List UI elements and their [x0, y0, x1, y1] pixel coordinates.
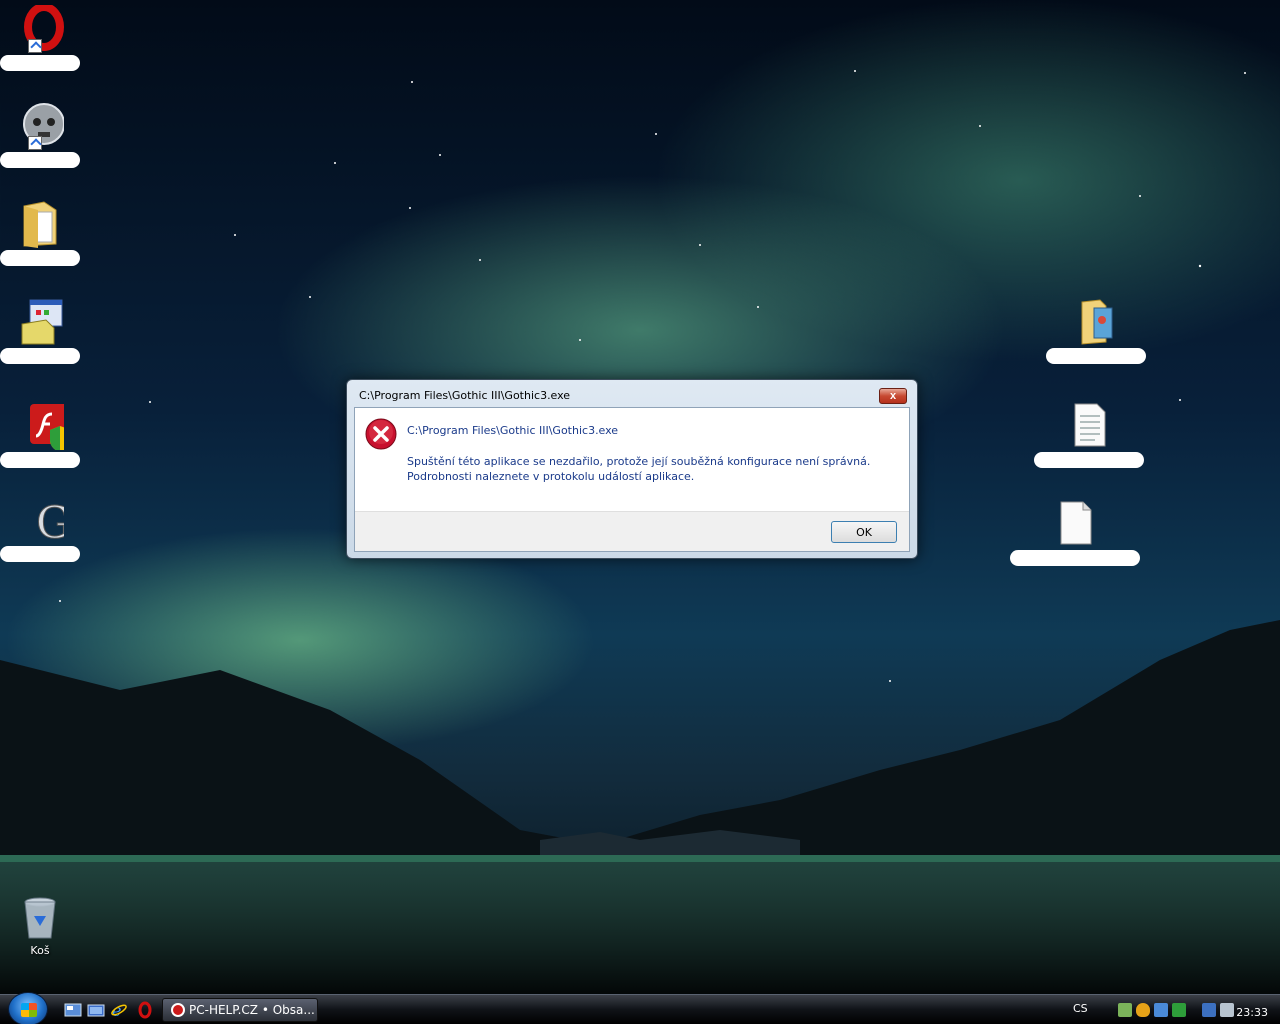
start-button[interactable] [8, 992, 48, 1024]
desktop-icon-opera[interactable] [0, 3, 80, 71]
dialog-heading: C:\Program Files\Gothic III\Gothic3.exe [407, 424, 619, 437]
dialog-message: Spuštění této aplikace se nezdařilo, pro… [407, 454, 897, 484]
shortcut-arrow-icon [28, 136, 42, 150]
desktop-icon-pictures[interactable] [1046, 298, 1146, 364]
desktop-icon-blank-file[interactable] [1010, 500, 1140, 566]
opera-quicklaunch-icon[interactable] [136, 1001, 154, 1019]
blank-file-icon [1051, 500, 1099, 548]
opera-shortcut-icon [16, 3, 64, 53]
desktop-icon-label [0, 250, 80, 266]
text-document-icon [1065, 402, 1113, 450]
dialog-footer: OK [355, 511, 909, 551]
desktop-icon-label [0, 546, 80, 562]
dialog-close-button[interactable]: x [879, 388, 907, 404]
internet-explorer-icon[interactable]: e [110, 1001, 128, 1019]
opera-icon [171, 1003, 185, 1017]
svg-text:G: G [36, 498, 64, 544]
taskbar-button-label: PC-HELP.CZ • Obsa... [189, 1003, 315, 1017]
desktop-icon-gothic[interactable]: G [0, 496, 80, 562]
security-shield-icon[interactable] [1136, 1003, 1150, 1017]
taskbar: e PC-HELP.CZ • Obsa... CS 23:33 [0, 992, 1280, 1024]
recycle-bin-label: Koš [30, 944, 50, 957]
clock[interactable]: 23:33 [1236, 1006, 1268, 1019]
desktop-icon-text-doc[interactable] [1034, 402, 1144, 468]
volume-icon[interactable] [1220, 1003, 1234, 1017]
desktop-icon-label [1010, 550, 1140, 566]
show-desktop-icon[interactable] [64, 1001, 82, 1019]
desktop-icon-label [0, 348, 80, 364]
tray-app-icon[interactable] [1118, 1003, 1132, 1017]
dialog-body: C:\Program Files\Gothic III\Gothic3.exe … [354, 407, 910, 552]
folder-icon [16, 200, 64, 248]
switch-windows-icon[interactable] [87, 1001, 105, 1019]
error-icon [365, 418, 397, 450]
desktop-icon-label [1034, 452, 1144, 468]
desktop-icon-setup[interactable] [0, 298, 80, 364]
desktop-icon-flash[interactable] [0, 402, 80, 468]
error-dialog: C:\Program Files\Gothic III\Gothic3.exe … [346, 379, 918, 559]
dialog-message-line: Podrobnosti naleznete v protokolu událos… [407, 470, 695, 483]
ok-button[interactable]: OK [831, 521, 897, 543]
network-icon[interactable] [1202, 1003, 1216, 1017]
desktop-icon-recycle-bin[interactable]: Koš [0, 894, 80, 957]
desktop-icon-skull[interactable] [0, 102, 80, 168]
skull-shortcut-icon [16, 102, 65, 150]
flash-installer-icon [16, 402, 72, 452]
taskbar-button-opera[interactable]: PC-HELP.CZ • Obsa... [162, 998, 318, 1022]
tray-network-app-icon[interactable] [1154, 1003, 1168, 1017]
desktop-icon-label [0, 55, 80, 71]
desktop-icon-label [0, 452, 80, 468]
system-tray: 23:33 [1108, 999, 1280, 1023]
desktop-icon-label [0, 152, 80, 168]
gothic-game-icon: G [16, 496, 72, 550]
recycle-bin-icon [16, 894, 64, 942]
desktop-icon-label [1046, 348, 1146, 364]
shortcut-arrow-icon [28, 39, 42, 53]
pictures-folder-icon [1072, 298, 1120, 346]
setup-program-icon [16, 298, 64, 346]
desktop-icon-folder[interactable] [0, 200, 80, 266]
dialog-title: C:\Program Files\Gothic III\Gothic3.exe [359, 389, 571, 402]
language-indicator[interactable]: CS [1073, 1002, 1088, 1015]
tray-check-icon[interactable] [1172, 1003, 1186, 1017]
dialog-message-line: Spuštění této aplikace se nezdařilo, pro… [407, 455, 871, 468]
landscape [0, 620, 1280, 1000]
